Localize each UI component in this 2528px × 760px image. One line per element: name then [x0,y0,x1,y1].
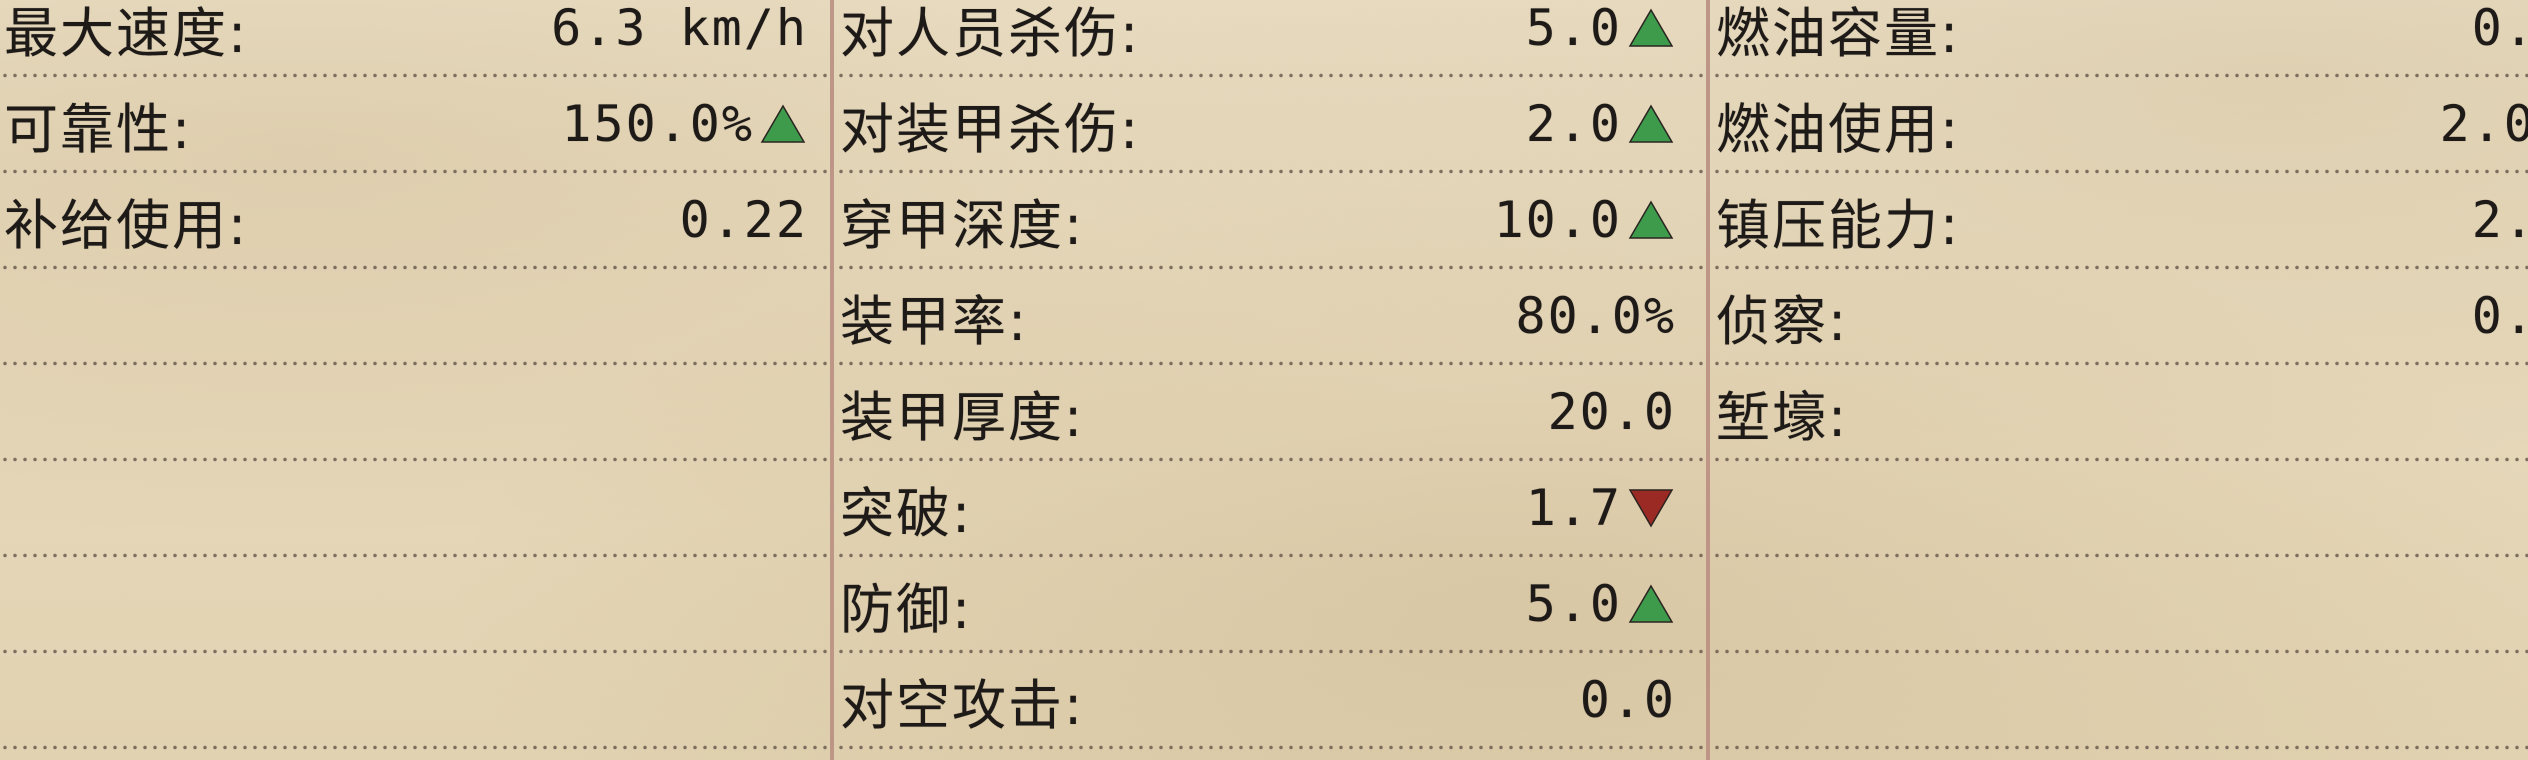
stat-value: 0.22 [679,191,808,249]
stat-value: 80.0% [1515,287,1676,345]
stat-row: 对装甲杀伤: 2.0 [836,76,1706,174]
stat-label: 燃油容量: [1716,1,1961,65]
stat-row: 燃油容量: 0.0 [1712,0,2528,78]
stat-row: 燃油使用: 2.00 [1712,76,2528,174]
stat-row [1712,460,2528,558]
triangle-up-icon [1626,6,1676,50]
stat-row [0,652,830,750]
stat-row [1712,652,2528,750]
stat-value-group: 80.0% [1515,287,1706,345]
stat-row: 突破: 1.7 [836,460,1706,558]
stat-label: 堑壕: [1716,385,1849,449]
stat-value: 2.0 [1525,95,1622,153]
stat-value: 2.5 [2471,191,2528,249]
stat-row [0,460,830,558]
triangle-up-icon [1626,102,1676,146]
stat-row: 补给使用: 0.22 [0,172,830,270]
stat-value: 5.0 [1525,575,1622,633]
stat-label: 补给使用: [4,193,249,257]
stat-value-group: 10.0 [1494,191,1706,249]
stat-label: 燃油使用: [1716,97,1961,161]
stat-label: 镇压能力: [1716,193,1961,257]
stat-label: 对空攻击: [840,673,1085,737]
stat-label: 突破: [840,481,973,545]
stat-row [1712,556,2528,654]
stat-value: 2.00 [2439,95,2528,153]
stat-value-group: 2.0 [1526,95,1706,153]
stat-value: 150.0% [561,95,754,153]
stat-row [0,268,830,366]
stat-value: 20.0 [1547,383,1676,441]
stats-column-mobility: 最大速度: 6.3 km/h 可靠性: 150.0% 补给使用: 0.22 [0,0,830,760]
stat-label: 侦察: [1716,289,1849,353]
stat-value-group: 2.00 [2440,95,2528,153]
stat-value-group: 0.0 [2472,287,2528,345]
stat-row: 装甲率: 80.0% [836,268,1706,366]
stat-value: 0.0 [2471,0,2528,57]
stat-value-group: 1.7 [1526,479,1706,537]
stat-row: 对人员杀伤: 5.0 [836,0,1706,78]
stat-label: 可靠性: [4,97,193,161]
stat-value-group: 5.0 [1526,0,1706,57]
stat-value: 1.7 [1525,479,1622,537]
stat-label: 装甲率: [840,289,1029,353]
stat-row: 侦察: 0.0 [1712,268,2528,366]
stat-row: 镇压能力: 2.5 [1712,172,2528,270]
stat-row [0,364,830,462]
stat-row: 防御: 5.0 [836,556,1706,654]
stat-value-group: 0.22 [680,191,830,249]
stat-row: 最大速度: 6.3 km/h [0,0,830,78]
column-divider [1706,0,1710,760]
stat-value-group: 0.0 [1580,671,1706,729]
stat-value-group: 0.0 [2472,0,2528,57]
stat-label: 防御: [840,577,973,641]
stat-row [0,556,830,654]
stat-value: 10.0 [1493,191,1622,249]
stat-value: 0.0 [2471,287,2528,345]
stat-value: 5.0 [1525,0,1622,57]
stat-label: 对人员杀伤: [840,1,1141,65]
stat-label: 穿甲深度: [840,193,1085,257]
stat-label: 装甲厚度: [840,385,1085,449]
stat-value-group: 150.0% [561,95,830,153]
stat-row: 对空攻击: 0.0 [836,652,1706,750]
triangle-down-icon [1626,486,1676,530]
triangle-up-icon [1626,582,1676,626]
stat-value-group: 2.5 [2472,191,2528,249]
stat-label: 最大速度: [4,1,249,65]
stat-value: 0.0 [1579,671,1676,729]
stat-row: 可靠性: 150.0% [0,76,830,174]
stat-value: 6.3 km/h [551,0,808,57]
stat-row: 装甲厚度: 20.0 [836,364,1706,462]
stat-row: 穿甲深度: 10.0 [836,172,1706,270]
stat-label: 对装甲杀伤: [840,97,1141,161]
stat-value-group: 5.0 [1526,575,1706,633]
triangle-up-icon [1626,198,1676,242]
stats-column-combat: 对人员杀伤: 5.0 对装甲杀伤: 2.0 穿甲深度: 10.0 装甲率: 80.0% 装甲厚度… [836,0,1706,760]
stat-value-group: 6.3 km/h [551,0,830,57]
triangle-up-icon [758,102,808,146]
stats-panel: 最大速度: 6.3 km/h 可靠性: 150.0% 补给使用: 0.22 对人员杀伤: 5… [0,0,2528,760]
stats-column-logistics: 燃油容量: 0.0 燃油使用: 2.00 镇压能力: 2.5 侦察: 0.0 堑壕:0 [1712,0,2528,760]
stat-row: 堑壕:0 [1712,364,2528,462]
column-divider [830,0,834,760]
stat-value-group: 20.0 [1548,383,1706,441]
